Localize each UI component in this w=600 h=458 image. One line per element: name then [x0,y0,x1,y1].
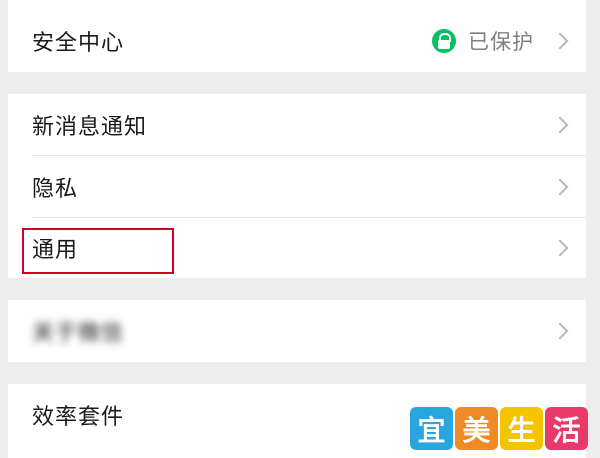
new-message-notification-row[interactable]: 新消息通知 [8,94,586,156]
watermark-logo: 宜 美 生 活 [410,407,588,450]
about-row[interactable]: 关于微信 [8,300,586,362]
security-center-row[interactable]: 安全中心 已保护 [8,10,586,72]
chevron-right-icon [551,178,569,196]
watermark-char: 美 [455,407,498,450]
security-group: 安全中心 已保护 [8,0,586,72]
watermark-char: 宜 [410,407,453,450]
privacy-row[interactable]: 隐私 [8,156,586,218]
about-label: 关于微信 [32,321,125,346]
efficiency-suite-label: 效率套件 [32,405,125,430]
new-message-notification-label: 新消息通知 [32,115,148,140]
chevron-right-icon [551,322,569,340]
privacy-label: 隐私 [32,177,79,202]
chevron-right-icon [551,239,569,257]
settings-group-about: 关于微信 [8,300,586,362]
security-status: 已保护 [432,26,534,56]
watermark-char: 生 [500,407,543,450]
lock-icon [432,29,456,53]
watermark-char: 活 [545,407,588,450]
chevron-right-icon [551,116,569,134]
highlight-box [22,228,174,274]
chevron-right-icon [551,32,569,50]
security-center-label: 安全中心 [32,31,125,56]
security-status-text: 已保护 [468,30,534,54]
